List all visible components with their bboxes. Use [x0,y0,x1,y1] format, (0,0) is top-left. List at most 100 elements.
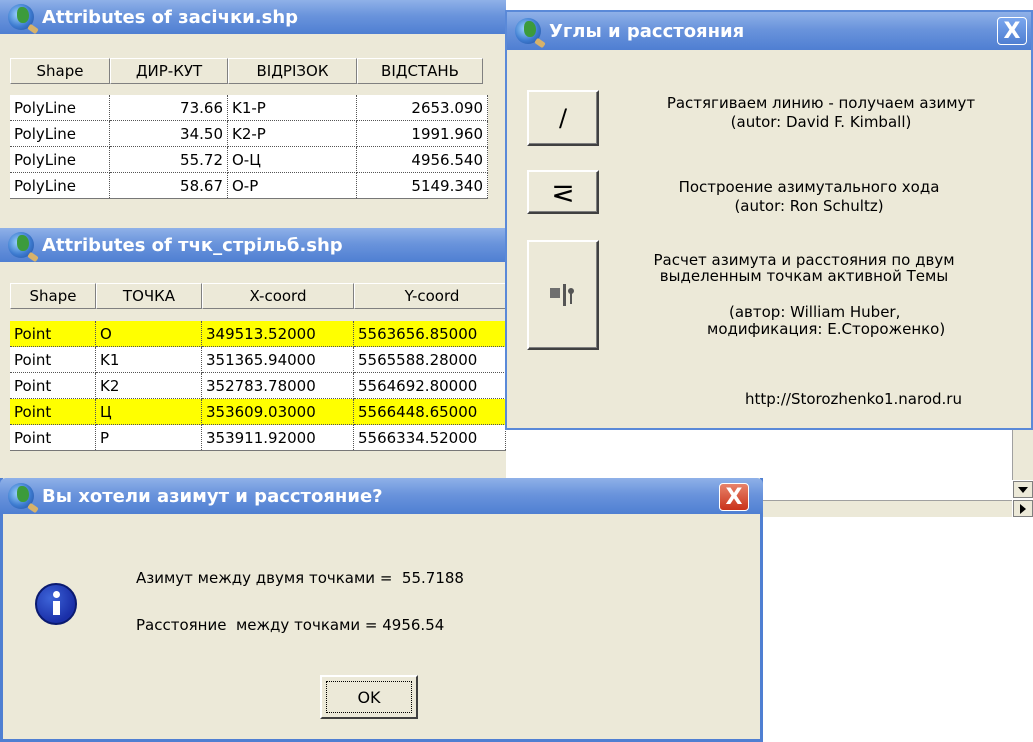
tool-description: Расчет азимута и расстояния по двум выде… [619,252,989,284]
tool-author: (автор: William Huber, модификация: Е.Ст… [707,304,1027,338]
author-website-link[interactable]: http://Storozhenko1.narod.ru [745,390,962,408]
table-row-selected[interactable]: Point Ц 353609.03000 5566448.65000 [10,398,506,425]
table-row-selected[interactable]: Point О 349513.52000 5563656.85000 [10,321,506,347]
tool-author: (autor: Ron Schultz) [734,197,884,215]
attribute-table: Point О 349513.52000 5563656.85000 Point… [10,321,506,451]
window-title: Attributes of засічки.shp [42,6,299,28]
cell-x-coord: 353911.92000 [201,424,354,451]
scroll-down-button[interactable] [1013,481,1033,498]
cell-tochka: О [95,321,202,347]
tool-author: (autor: David F. Kimball) [730,113,912,131]
cell-shape: Point [10,424,96,451]
attribute-table: PolyLine 73.66 K1-P 2653.090 PolyLine 34… [10,95,488,199]
table-row[interactable]: PolyLine 55.72 О-Ц 4956.540 [10,146,488,173]
cell-vidstan: 2653.090 [356,95,488,121]
cell-dir-kut: 73.66 [109,95,228,121]
table-row[interactable]: Point Р 353911.92000 5566334.52000 [10,424,506,451]
close-icon: X [725,484,743,510]
cell-y-coord: 5564692.80000 [353,372,506,399]
tool-description: Построение азимутального хода (autor: Ro… [617,178,1001,216]
down-arrow-icon [1018,486,1028,493]
dialog-title: Вы хотели азимут и расстояние? [42,485,383,507]
cell-vidstan: 1991.960 [356,120,488,147]
cell-vidrizok: K2-P [227,120,357,147]
angles-distances-window: Углы и расстояния X / Растягиваем линию … [505,10,1033,430]
column-header-shape[interactable]: Shape [10,283,96,309]
column-header-dir-kut[interactable]: ДИР-КУТ [110,58,228,84]
scroll-right-button[interactable] [1013,500,1033,517]
column-header-tochka[interactable]: ТОЧКА [96,283,202,309]
azimuth-result-text: Азимут между двумя точками = 55.7188 [136,569,464,587]
cell-vidstan: 4956.540 [356,146,488,173]
column-header-vidrizok[interactable]: ВІДРІЗОК [228,58,357,84]
close-icon: X [1003,18,1021,44]
result-dialog-titlebar[interactable]: Вы хотели азимут и расстояние? X [0,478,763,514]
cell-tochka: K1 [95,346,202,373]
cell-dir-kut: 55.72 [109,146,228,173]
column-header-shape[interactable]: Shape [10,58,110,84]
two-points-azimuth-distance-button[interactable] [527,240,599,350]
cell-tochka: K2 [95,372,202,399]
cell-x-coord: 352783.78000 [201,372,354,399]
tool-author-line: (автор: William Huber, [729,303,901,321]
cell-dir-kut: 34.50 [109,120,228,147]
azimuth-traverse-button[interactable]: ⋜ [527,170,599,214]
points-icon [550,284,576,306]
arcview-globe-icon [8,483,34,509]
table-row[interactable]: PolyLine 34.50 K2-P 1991.960 [10,120,488,147]
cell-vidrizok: K1-P [227,95,357,121]
cell-dir-kut: 58.67 [109,172,228,199]
angles-distances-titlebar[interactable]: Углы и расстояния X [507,12,1031,50]
cell-x-coord: 353609.03000 [201,398,354,425]
cell-shape: PolyLine [10,120,110,147]
table-header: Shape ТОЧКА X-coord Y-coord [10,283,510,309]
stretch-line-azimuth-button[interactable]: / [527,90,599,146]
traverse-icon: ⋜ [551,175,575,209]
distance-result-text: Расстояние между точками = 4956.54 [136,616,445,634]
cell-shape: PolyLine [10,95,110,121]
cell-shape: Point [10,398,96,425]
column-header-y-coord[interactable]: Y-coord [354,283,510,309]
cell-y-coord: 5566334.52000 [353,424,506,451]
column-header-x-coord[interactable]: X-coord [202,283,354,309]
cell-vidrizok: О-Ц [227,146,357,173]
table-row[interactable]: Point K1 351365.94000 5565588.28000 [10,346,506,373]
info-icon [35,583,77,625]
attributes-window-zasichky: Attributes of засічки.shp Shape ДИР-КУТ … [0,0,506,228]
window-title: Attributes of тчк_стрільб.shp [42,234,343,256]
attributes-window-tchk-titlebar[interactable]: Attributes of тчк_стрільб.shp [0,228,506,262]
close-button[interactable]: X [719,483,749,511]
cell-x-coord: 351365.94000 [201,346,354,373]
cell-vidstan: 5149.340 [356,172,488,199]
table-header: Shape ДИР-КУТ ВІДРІЗОК ВІДСТАНЬ [10,58,483,84]
tool-description-line: выделенным точкам активной Темы [659,267,949,285]
tool-description-line: Расчет азимута и расстояния по двум [653,251,955,269]
cell-y-coord: 5563656.85000 [353,321,506,347]
cell-vidrizok: О-Р [227,172,357,199]
slash-icon: / [558,104,568,132]
ok-button[interactable]: OK [320,675,418,719]
cell-shape: Point [10,372,96,399]
table-row[interactable]: PolyLine 58.67 О-Р 5149.340 [10,172,488,199]
cell-tochka: Ц [95,398,202,425]
cell-x-coord: 349513.52000 [201,321,354,347]
column-header-vidstan[interactable]: ВІДСТАНЬ [357,58,483,84]
tool-description-line: Построение азимутального хода [678,178,940,196]
tool-description-line: Растягиваем линию - получаем азимут [666,94,976,112]
arcview-globe-icon [8,232,34,258]
arcview-globe-icon [515,18,541,44]
table-row[interactable]: PolyLine 73.66 K1-P 2653.090 [10,95,488,121]
cell-shape: PolyLine [10,146,110,173]
scrollbar-track [1012,430,1033,480]
table-row[interactable]: Point K2 352783.78000 5564692.80000 [10,372,506,399]
tool-description: Растягиваем линию - получаем азимут (aut… [617,94,1025,132]
attributes-window-zasichky-titlebar[interactable]: Attributes of засічки.shp [0,0,506,34]
arcview-globe-icon [8,4,34,30]
cell-y-coord: 5565588.28000 [353,346,506,373]
cell-tochka: Р [95,424,202,451]
tool-author-line: модификация: Е.Стороженко) [707,320,946,338]
horizontal-scrollbar[interactable] [762,500,1012,517]
cell-y-coord: 5566448.65000 [353,398,506,425]
window-title: Углы и расстояния [549,20,745,42]
close-button[interactable]: X [997,17,1027,45]
